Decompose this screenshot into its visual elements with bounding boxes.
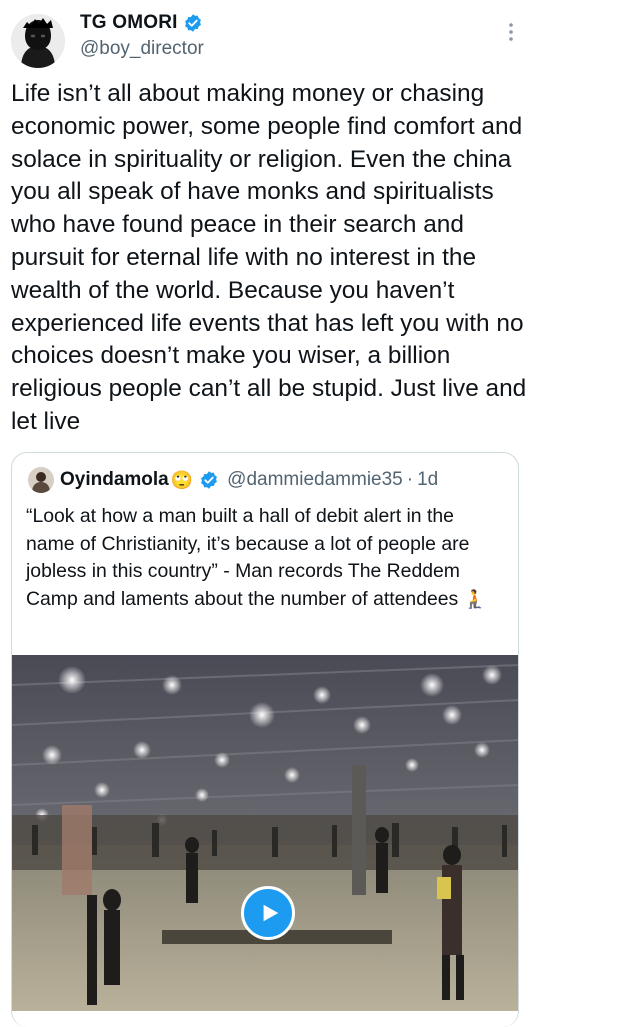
author-handle[interactable]: @boy_director <box>80 38 204 60</box>
author-avatar[interactable] <box>11 14 65 68</box>
verified-badge-icon <box>184 14 201 32</box>
quoted-tweet-header: Oyindamola 🙄 @dammiedammie35 · 1d <box>28 467 438 493</box>
author-name[interactable]: TG OMORI <box>80 12 178 34</box>
play-icon <box>263 904 279 922</box>
quoted-author-name[interactable]: Oyindamola <box>60 469 169 491</box>
verified-badge-icon <box>201 471 218 489</box>
quoted-author-avatar[interactable] <box>28 467 54 493</box>
quoted-tweet[interactable]: Oyindamola 🙄 @dammiedammie35 · 1d “Look … <box>11 452 519 1027</box>
hall-scene-image <box>12 655 518 1011</box>
more-options-icon[interactable] <box>500 18 522 46</box>
quoted-author-handle[interactable]: @dammiedammie35 <box>227 469 403 491</box>
tweet-text: Life isn’t all about making money or cha… <box>11 80 527 435</box>
video-thumbnail[interactable] <box>12 655 518 1011</box>
quoted-tweet-text: “Look at how a man built a hall of debit… <box>26 503 506 613</box>
tweet: TG OMORI @boy_director Life isn’t all ab… <box>0 0 633 1027</box>
eye-roll-emoji: 🙄 <box>170 469 194 490</box>
play-button[interactable] <box>241 886 295 940</box>
quoted-tweet-body: “Look at how a man built a hall of debit… <box>26 505 470 610</box>
kneeling-person-emoji: 🧎 <box>463 588 487 609</box>
separator-dot: · <box>406 469 414 490</box>
quoted-tweet-time[interactable]: 1d <box>417 469 438 491</box>
author-name-row: TG OMORI <box>80 12 203 34</box>
